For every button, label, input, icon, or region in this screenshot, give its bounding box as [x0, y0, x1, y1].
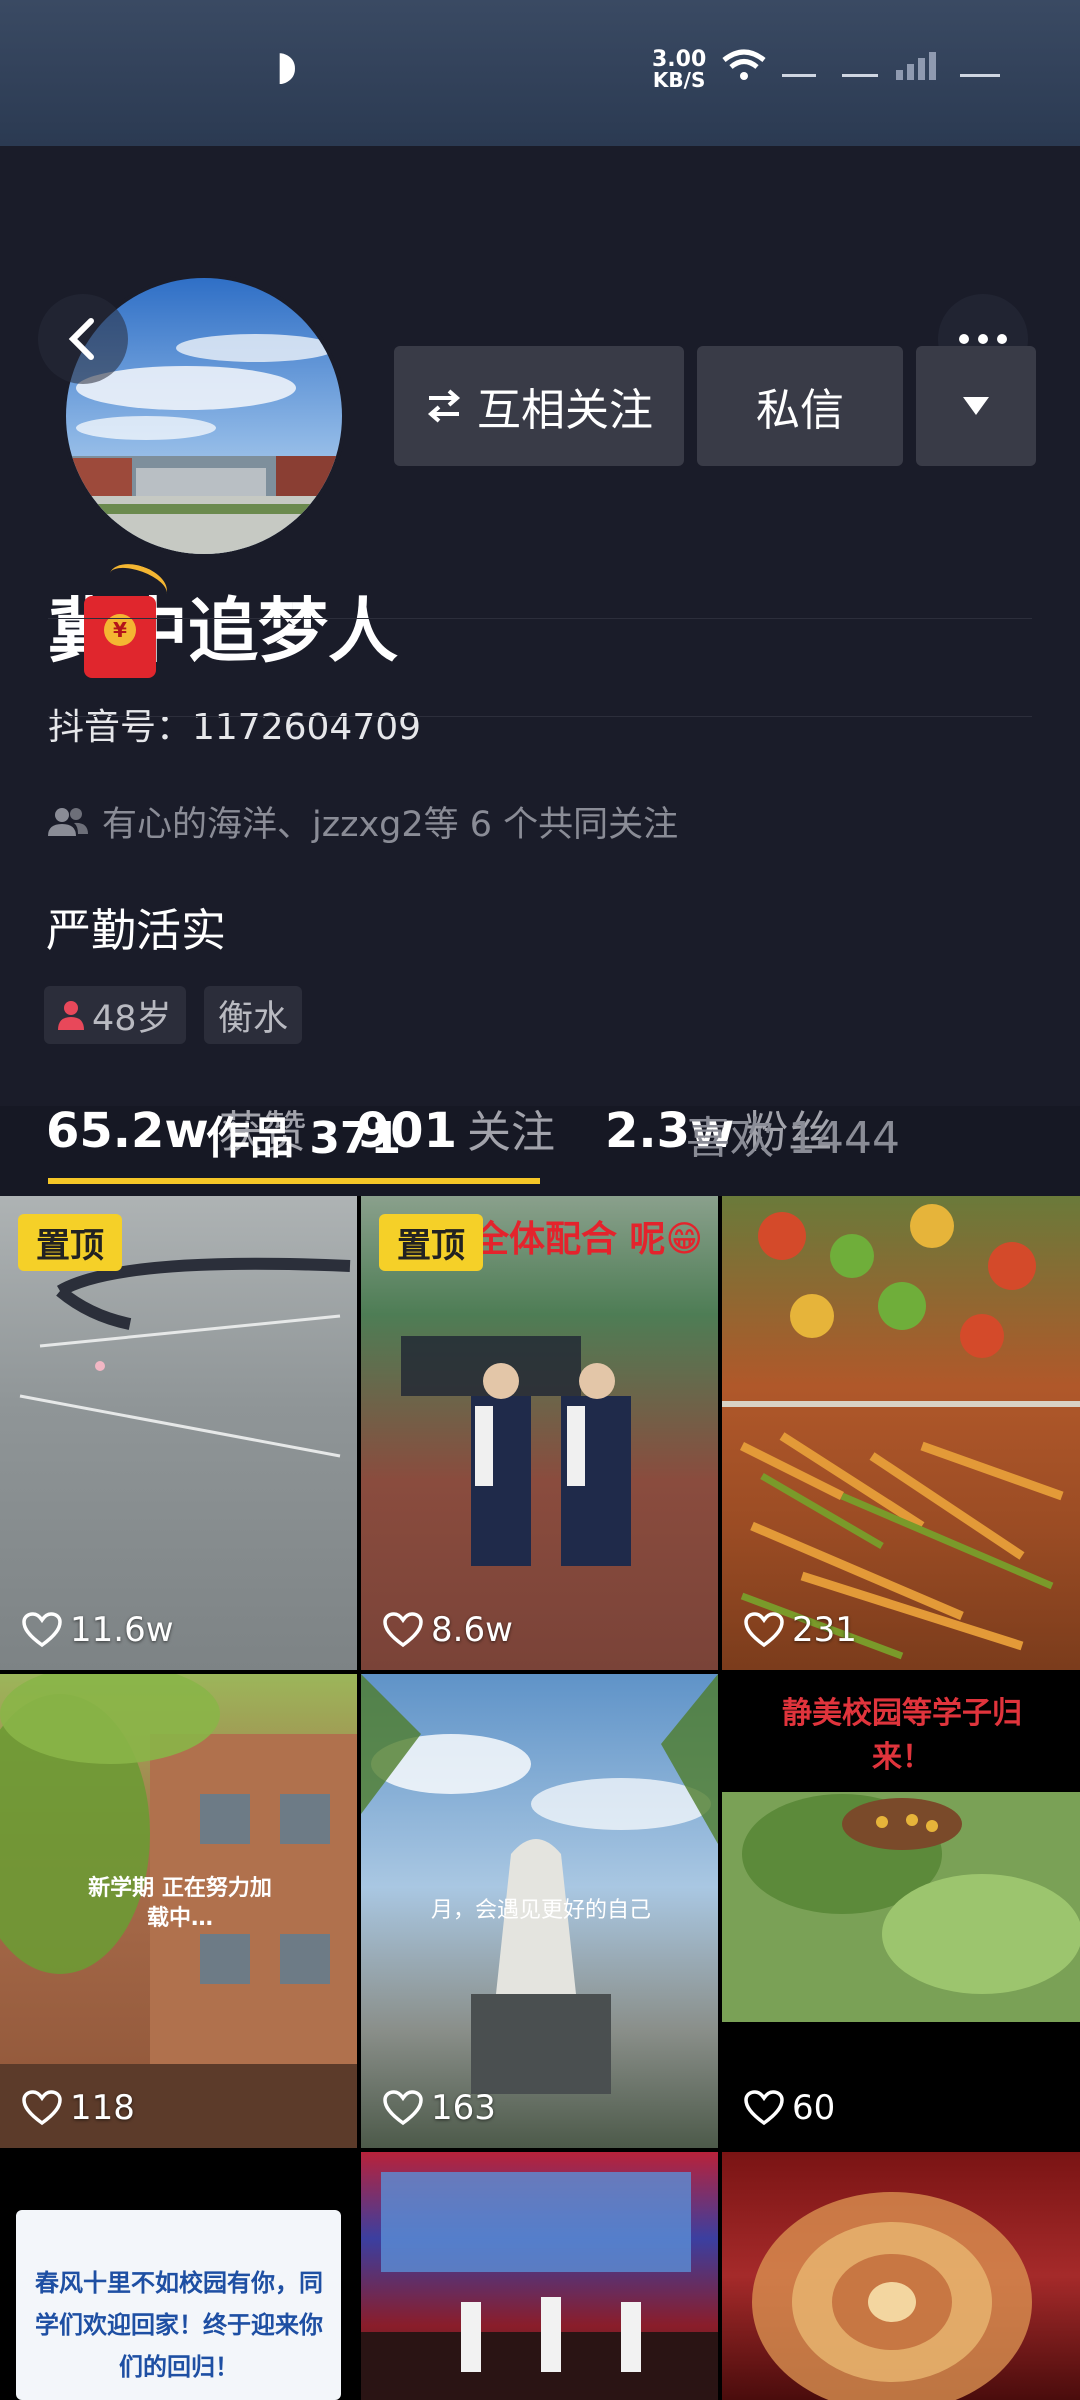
users-icon [48, 807, 88, 836]
video-thumbnail[interactable]: 春风十里不如校园有你，同学们欢迎回家！终于迎来你们的回归！ [0, 2152, 357, 2400]
heart-icon [744, 1612, 784, 1648]
heart-icon [383, 2090, 423, 2126]
mutual-follow-text: 有心的海洋、jzzxg2等 6 个共同关注 [102, 805, 679, 845]
heart-icon [744, 2090, 784, 2126]
status-bar: ◗ 3.00 KB/S [0, 0, 1080, 146]
caret-down-icon [963, 397, 989, 415]
pinned-badge: 置顶 [379, 1214, 483, 1271]
nickname-main: 追梦人 [188, 590, 398, 672]
red-envelope-icon[interactable]: ¥ [84, 596, 156, 678]
content-tabs: 作品 371 喜欢 1444 [0, 1060, 1080, 1190]
mutual-follow-info[interactable]: 有心的海洋、jzzxg2等 6 个共同关注 [48, 796, 678, 847]
age-tag: 48岁 [44, 986, 186, 1044]
heart-icon [383, 1612, 423, 1648]
video-overlay-text: 静美校园等学子归 来！ [782, 1696, 1022, 1775]
female-user-icon [58, 1001, 84, 1030]
mutual-follow-label: 互相关注 [477, 385, 653, 436]
video-thumbnail[interactable]: 置顶 11.6w [0, 1196, 357, 1670]
video-thumbnail[interactable]: 新学期 正在努力加载中… 118 [0, 1674, 357, 2148]
video-thumbnail[interactable] [722, 2152, 1080, 2400]
message-label: 私信 [756, 385, 844, 436]
location-tag: 衡水 [204, 986, 303, 1044]
video-overlay-text: 月，会遇见更好的自己 [430, 1898, 651, 1923]
wifi-icon [722, 49, 766, 80]
profile-header: 互相关注 私信 冀中追梦人 ¥ 抖音号：1172604709 有心的海洋、jzz… [0, 146, 1080, 1184]
video-likes: 60 [744, 2088, 835, 2128]
video-likes: 8.6w [383, 1610, 513, 1650]
back-button[interactable] [38, 294, 128, 384]
video-thumbnail[interactable]: 静美校园等学子归 来！ 60 [722, 1674, 1080, 2148]
active-tab-indicator [48, 1178, 540, 1184]
video-overlay-text: 春风十里不如校园有你，同学们欢迎回家！终于迎来你们的回归！ [35, 2269, 323, 2381]
video-thumbnail[interactable]: 月，会遇见更好的自己 163 [361, 1674, 718, 2148]
douyin-id: 抖音号：1172604709 [48, 707, 422, 748]
swap-icon [427, 389, 461, 423]
signature: 严勤活实 [46, 904, 227, 957]
battery-placeholder [960, 74, 1000, 77]
video-overlay-text: 新学期 正在努力加载中… [88, 1876, 272, 1931]
tab-works[interactable]: 作品 371 [206, 1102, 401, 1166]
video-likes: 163 [383, 2088, 496, 2128]
video-thumbnail[interactable] [361, 2152, 718, 2400]
heart-icon [22, 1612, 62, 1648]
status-placeholder [842, 74, 878, 77]
video-likes: 11.6w [22, 1610, 174, 1650]
dropdown-button[interactable] [916, 346, 1036, 466]
heart-icon [22, 2090, 62, 2126]
video-grid: 置顶 11.6w 全体配合 呢😁 置顶 8.6w 231 新学期 正在努力加载中… [0, 1196, 1080, 2400]
divider [48, 618, 1032, 619]
chevron-left-icon [68, 318, 94, 360]
video-overlay-text: 全体配合 呢😁 [473, 1219, 704, 1260]
status-placeholder [782, 74, 816, 77]
video-thumbnail[interactable]: 231 [722, 1196, 1080, 1670]
divider [48, 716, 1032, 717]
more-dots-icon [959, 334, 1007, 344]
signal-icon [896, 52, 936, 80]
pinned-badge: 置顶 [18, 1214, 122, 1271]
video-likes: 231 [744, 1610, 857, 1650]
video-thumbnail[interactable]: 全体配合 呢😁 置顶 8.6w [361, 1196, 718, 1670]
tab-likes[interactable]: 喜欢 1444 [686, 1102, 900, 1166]
message-button[interactable]: 私信 [697, 346, 903, 466]
video-likes: 118 [22, 2088, 135, 2128]
mutual-follow-button[interactable]: 互相关注 [394, 346, 684, 466]
network-speed: 3.00 KB/S [652, 47, 707, 92]
moon-icon: ◗ [276, 43, 298, 89]
